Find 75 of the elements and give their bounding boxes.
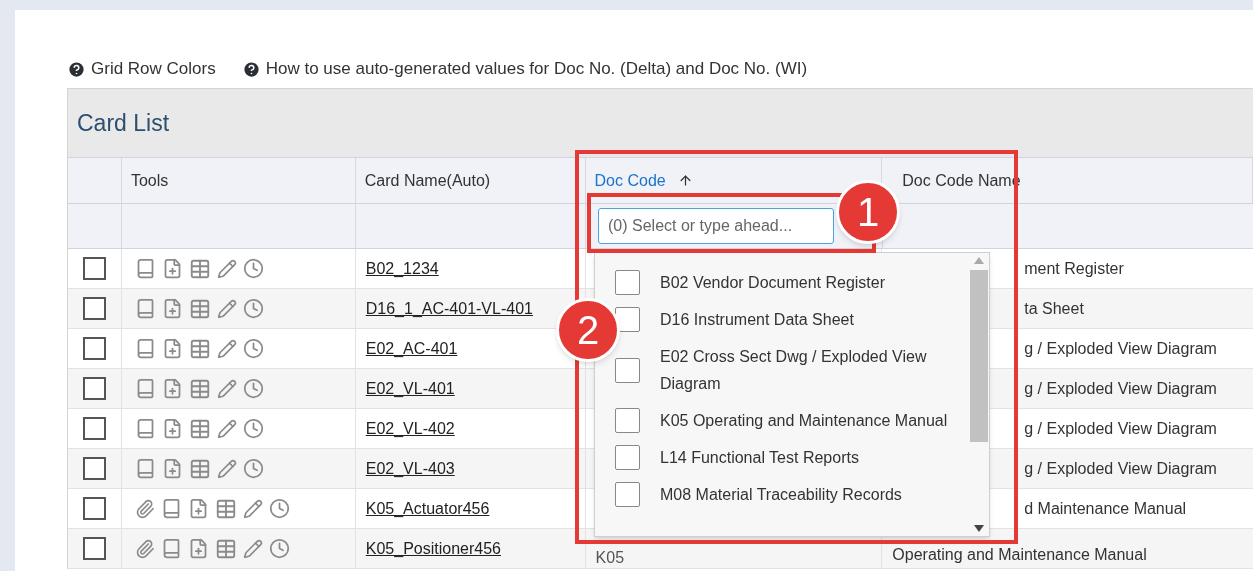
pencil-icon[interactable]: [242, 498, 263, 519]
column-header[interactable]: Doc Code: [594, 168, 666, 193]
clock-icon[interactable]: [242, 258, 264, 279]
column-header[interactable]: Tools: [130, 168, 169, 193]
table-cell-text: d Maintenance Manual: [1024, 498, 1187, 519]
dropdown-option[interactable]: L14 Functional Test Reports: [660, 444, 950, 471]
option-checkbox[interactable]: [615, 445, 640, 470]
pencil-icon[interactable]: [216, 418, 237, 439]
table-icon[interactable]: [188, 257, 211, 280]
dropdown-option[interactable]: D16 Instrument Data Sheet: [660, 306, 950, 333]
clock-icon[interactable]: [242, 338, 264, 359]
table-cell-text: g / Exploded View Diagram: [1024, 338, 1217, 359]
pencil-icon[interactable]: [216, 338, 237, 359]
clock-icon[interactable]: [268, 498, 290, 519]
table-cell: K05: [595, 549, 625, 567]
clock-icon[interactable]: [242, 458, 264, 479]
card-name-link[interactable]: E02_VL-403: [365, 456, 455, 481]
table-cell-text: ment Register: [1024, 258, 1124, 279]
card-name-link[interactable]: K05_Actuator456: [365, 496, 490, 521]
table-icon[interactable]: [214, 537, 237, 560]
row-checkbox[interactable]: [82, 417, 106, 440]
table-cell-text: ta Sheet: [1024, 298, 1084, 319]
option-checkbox[interactable]: [615, 270, 640, 295]
sort-up-icon[interactable]: [677, 173, 693, 188]
row-checkbox[interactable]: [82, 337, 106, 360]
table-cell-text: g / Exploded View Diagram: [1024, 418, 1217, 439]
card-name-link[interactable]: K05_Positioner456: [365, 536, 501, 561]
table-icon[interactable]: [188, 377, 211, 400]
card-name-link[interactable]: E02_AC-401: [365, 336, 458, 361]
scroll-up-icon[interactable]: [974, 257, 984, 264]
row-checkbox[interactable]: [82, 537, 106, 560]
card-name-link[interactable]: E02_VL-401: [365, 376, 455, 401]
table-icon[interactable]: [188, 457, 211, 480]
card-name-link[interactable]: B02_1234: [365, 256, 439, 281]
help-link[interactable]: How to use auto-generated values for Doc No. (Delta) and Doc No. (WI): [265, 56, 808, 82]
option-checkbox[interactable]: [615, 357, 640, 383]
filter-field[interactable]: (0) Select or type ahead...: [598, 208, 834, 244]
help-icon[interactable]: [241, 59, 261, 79]
row-checkbox[interactable]: [82, 297, 106, 320]
help-link[interactable]: Grid Row Colors: [91, 56, 216, 82]
table-cell-text: Operating and Maintenance Manual: [892, 545, 1147, 565]
row-checkbox[interactable]: [82, 257, 106, 280]
option-checkbox[interactable]: [615, 408, 640, 433]
card-name-link[interactable]: D16_1_AC-401-VL-401: [365, 296, 533, 321]
option-checkbox[interactable]: [615, 307, 640, 332]
clock-icon[interactable]: [242, 418, 264, 439]
dropdown-option[interactable]: K05 Operating and Maintenance Manual: [660, 407, 950, 434]
pencil-icon[interactable]: [216, 378, 237, 399]
help-icon[interactable]: [67, 59, 86, 79]
row-checkbox[interactable]: [82, 457, 106, 480]
clock-icon[interactable]: [268, 538, 290, 559]
option-checkbox[interactable]: [615, 482, 640, 507]
clock-icon[interactable]: [242, 378, 264, 399]
pencil-icon[interactable]: [216, 298, 237, 319]
card-name-link[interactable]: E02_VL-402: [365, 416, 455, 441]
table-icon[interactable]: [188, 337, 211, 360]
clock-icon[interactable]: [242, 298, 264, 319]
paperclip-icon[interactable]: [134, 538, 155, 559]
scroll-down-icon[interactable]: [974, 525, 984, 532]
row-checkbox[interactable]: [82, 377, 106, 400]
dropdown-option[interactable]: E02 Cross Sect Dwg / Exploded View Diagram: [660, 343, 950, 397]
pencil-icon[interactable]: [216, 258, 237, 279]
column-header[interactable]: Card Name(Auto): [364, 168, 491, 193]
dropdown-option[interactable]: M08 Material Traceability Records: [660, 481, 950, 508]
table-icon[interactable]: [188, 417, 211, 440]
table-icon[interactable]: [188, 297, 211, 320]
dropdown-option[interactable]: B02 Vendor Document Register: [660, 269, 950, 296]
table-cell-text: g / Exploded View Diagram: [1024, 458, 1217, 479]
pencil-icon[interactable]: [242, 538, 263, 559]
pencil-icon[interactable]: [216, 458, 237, 479]
paperclip-icon[interactable]: [134, 498, 155, 519]
row-checkbox[interactable]: [82, 497, 106, 520]
panel-title: Card List: [77, 108, 170, 138]
table-icon[interactable]: [214, 497, 237, 520]
table-cell-text: g / Exploded View Diagram: [1024, 378, 1217, 399]
